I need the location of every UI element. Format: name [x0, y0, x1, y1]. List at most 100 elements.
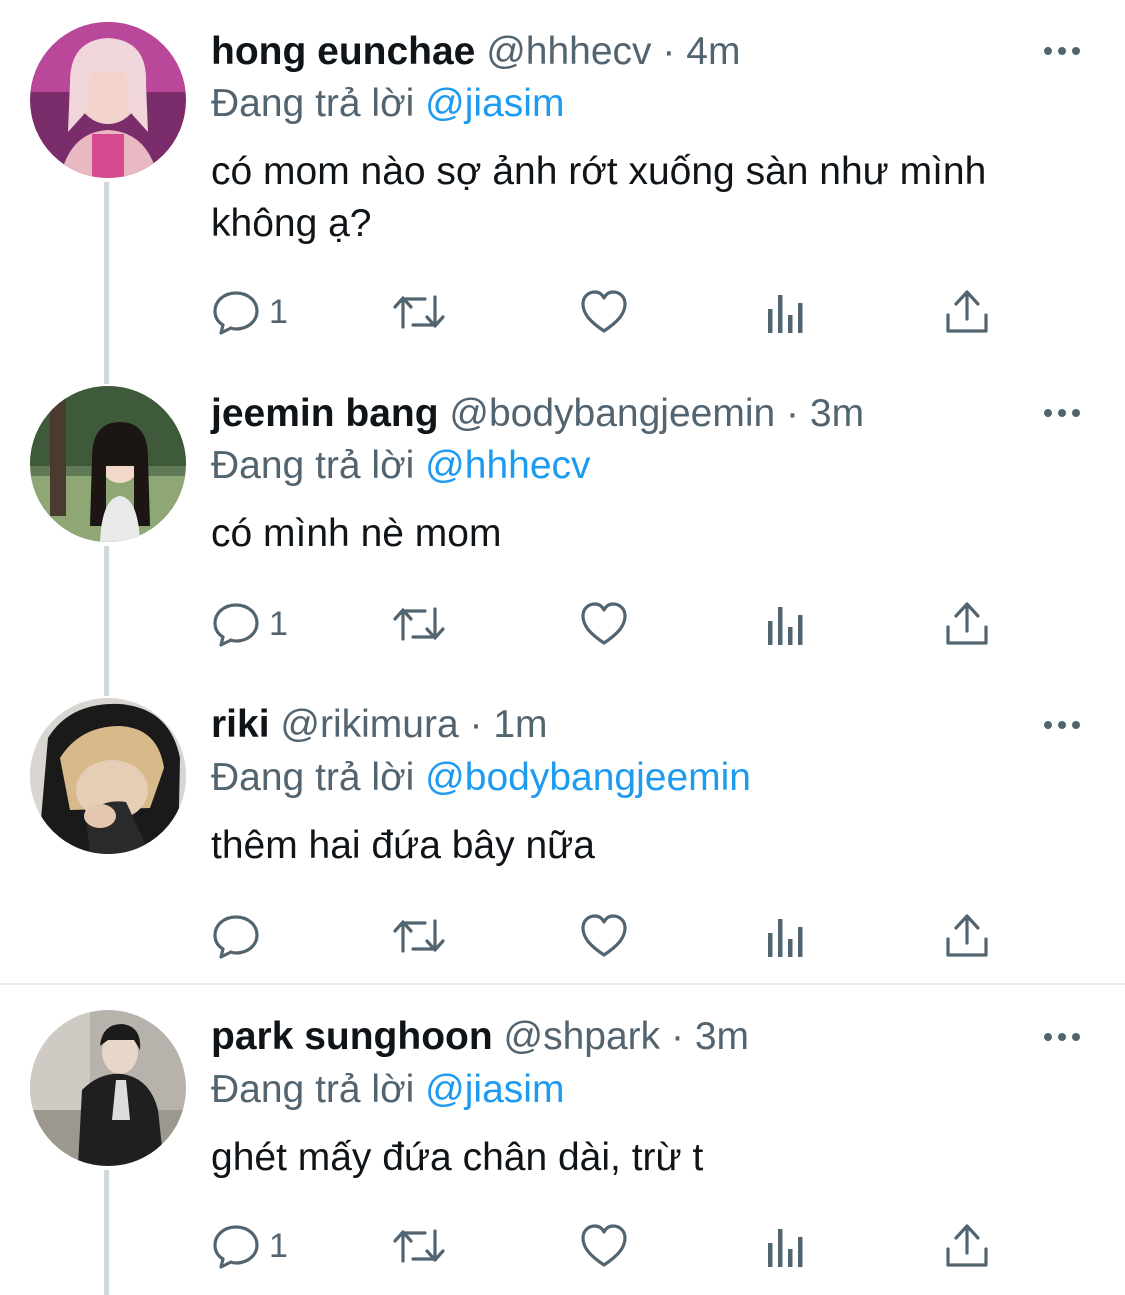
tweet[interactable]: park sunghoon @shpark · 3m Đang trả lời …: [0, 1010, 1125, 1295]
tweet-header: hong eunchae @hhhecv · 4m: [211, 27, 740, 77]
heart-icon: [581, 1224, 627, 1267]
heart-icon: [581, 914, 627, 957]
views-button[interactable]: [765, 906, 809, 966]
reply-prefix: Đang trả lời: [211, 444, 415, 487]
share-icon: [946, 1224, 988, 1267]
share-button[interactable]: [944, 906, 990, 966]
separator-dot: ·: [786, 392, 800, 435]
retweet-button[interactable]: [391, 906, 447, 966]
retweet-button[interactable]: [391, 594, 447, 654]
retweet-button[interactable]: [391, 1216, 447, 1276]
reply-count: 1: [269, 1227, 288, 1265]
timestamp[interactable]: 3m: [810, 392, 864, 435]
more-options-icon[interactable]: [1042, 403, 1082, 423]
tweet-text: có mom nào sợ ảnh rớt xuống sàn như mình…: [211, 150, 987, 245]
reply-icon: [213, 603, 259, 647]
tweet[interactable]: riki @rikimura · 1m Đang trả lời @bodyba…: [0, 698, 1125, 983]
tweet-text: có mình nè mom: [211, 512, 502, 555]
timestamp[interactable]: 4m: [686, 30, 740, 73]
action-bar: 1: [211, 1216, 1011, 1276]
thread-line: [104, 362, 109, 384]
share-icon: [946, 602, 988, 645]
replying-to: Đang trả lời @jiasim: [211, 79, 564, 129]
retweet-button[interactable]: [391, 282, 447, 342]
heart-icon: [581, 602, 627, 645]
action-bar: 1: [211, 594, 1011, 654]
share-button[interactable]: [944, 1216, 990, 1276]
reply-mention[interactable]: @bodybangjeemin: [425, 756, 751, 799]
reply-mention[interactable]: @jiasim: [425, 82, 564, 125]
analytics-icon: [768, 607, 803, 645]
handle[interactable]: @bodybangjeemin: [449, 392, 775, 435]
thread-line: [104, 546, 109, 696]
tweet-header: jeemin bang @bodybangjeemin · 3m: [211, 389, 864, 439]
views-button[interactable]: [765, 1216, 809, 1276]
replying-to: Đang trả lời @hhhecv: [211, 441, 591, 491]
action-bar: [211, 906, 1011, 966]
handle[interactable]: @rikimura: [280, 703, 458, 746]
separator-dot: ·: [469, 703, 483, 746]
reply-prefix: Đang trả lời: [211, 756, 415, 799]
thread-line: [104, 1170, 109, 1295]
tweet[interactable]: jeemin bang @bodybangjeemin · 3m Đang tr…: [0, 362, 1125, 696]
tweet-header: riki @rikimura · 1m: [211, 700, 548, 750]
views-button[interactable]: [765, 282, 809, 342]
reply-button[interactable]: 1: [211, 282, 288, 342]
display-name[interactable]: jeemin bang: [211, 392, 439, 435]
analytics-icon: [768, 919, 803, 957]
reply-count: 1: [269, 605, 288, 643]
share-button[interactable]: [944, 282, 990, 342]
display-name[interactable]: hong eunchae: [211, 30, 475, 73]
tweet-text: thêm hai đứa bây nữa: [211, 824, 595, 867]
timestamp[interactable]: 3m: [695, 1015, 749, 1058]
share-button[interactable]: [944, 594, 990, 654]
retweet-icon: [393, 607, 445, 641]
reply-icon: [213, 1225, 259, 1269]
display-name[interactable]: park sunghoon: [211, 1015, 493, 1058]
reply-prefix: Đang trả lời: [211, 1068, 415, 1111]
timestamp[interactable]: 1m: [493, 703, 547, 746]
avatar[interactable]: [30, 1010, 186, 1166]
display-name[interactable]: riki: [211, 703, 270, 746]
reply-mention[interactable]: @jiasim: [425, 1068, 564, 1111]
replying-to: Đang trả lời @jiasim: [211, 1065, 564, 1115]
reply-button[interactable]: 1: [211, 594, 288, 654]
views-button[interactable]: [765, 594, 809, 654]
like-button[interactable]: [579, 594, 629, 654]
like-button[interactable]: [579, 282, 629, 342]
avatar[interactable]: [30, 698, 186, 854]
analytics-icon: [768, 295, 803, 333]
replying-to: Đang trả lời @bodybangjeemin: [211, 753, 751, 803]
heart-icon: [581, 290, 627, 333]
retweet-icon: [393, 1229, 445, 1263]
reply-mention[interactable]: @hhhecv: [425, 444, 590, 487]
reply-prefix: Đang trả lời: [211, 82, 415, 125]
retweet-icon: [393, 295, 445, 329]
more-options-icon[interactable]: [1042, 715, 1082, 735]
avatar[interactable]: [30, 386, 186, 542]
separator-dot: ·: [671, 1015, 685, 1058]
reply-icon: [213, 915, 259, 959]
tweet-header: park sunghoon @shpark · 3m: [211, 1012, 749, 1062]
tweet-divider: [0, 983, 1125, 985]
thread-line: [104, 182, 109, 362]
tweet[interactable]: hong eunchae @hhhecv · 4m Đang trả lời @…: [0, 22, 1125, 362]
reply-icon: [213, 291, 259, 335]
handle[interactable]: @hhhecv: [486, 30, 651, 73]
action-bar: 1: [211, 282, 1011, 342]
like-button[interactable]: [579, 906, 629, 966]
more-options-icon[interactable]: [1042, 1027, 1082, 1047]
like-button[interactable]: [579, 1216, 629, 1276]
more-options-icon[interactable]: [1042, 41, 1082, 61]
share-icon: [946, 914, 988, 957]
avatar[interactable]: [30, 22, 186, 178]
share-icon: [946, 290, 988, 333]
reply-button[interactable]: [211, 906, 269, 966]
retweet-icon: [393, 919, 445, 953]
separator-dot: ·: [662, 30, 676, 73]
analytics-icon: [768, 1229, 803, 1267]
reply-button[interactable]: 1: [211, 1216, 288, 1276]
handle[interactable]: @shpark: [504, 1015, 661, 1058]
reply-count: 1: [269, 293, 288, 331]
tweet-text: ghét mấy đứa chân dài, trừ t: [211, 1136, 704, 1179]
